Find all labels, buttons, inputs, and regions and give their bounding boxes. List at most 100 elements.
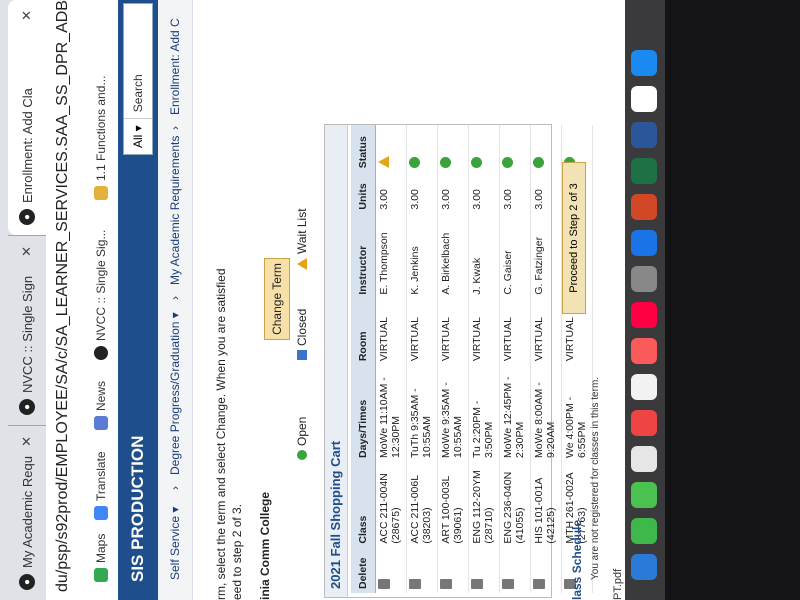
table-row: ACC 211-006L (38203) TuTh 9:35AM - 10:55A… <box>406 125 438 593</box>
room-cell: VIRTUAL <box>375 298 407 366</box>
trash-icon[interactable] <box>502 579 514 589</box>
open-status-icon <box>533 157 544 169</box>
app-store-icon[interactable] <box>631 230 657 256</box>
wait-list-icon <box>378 156 389 169</box>
breadcrumb-enrollment[interactable]: Enrollment: Add C <box>168 18 182 115</box>
tab-label: My Academic Requ <box>19 456 35 568</box>
news-icon <box>94 416 108 430</box>
word-icon[interactable] <box>631 122 657 148</box>
delete-cell[interactable] <box>499 547 531 593</box>
bookmark-maps[interactable]: Maps <box>94 534 108 582</box>
delete-cell[interactable] <box>437 547 469 593</box>
col-days-times: Days/Times <box>351 365 376 462</box>
bookmark-translate[interactable]: Translate <box>94 451 108 520</box>
days-times-cell: MoWe 8:00AM - 9:20AM <box>530 365 562 462</box>
close-tab-icon[interactable]: ✕ <box>19 246 35 257</box>
breadcrumb-self-service[interactable]: Self Service ▾ <box>168 507 182 580</box>
excel-icon[interactable] <box>631 158 657 184</box>
trash-icon[interactable] <box>533 579 545 589</box>
music-icon[interactable] <box>631 338 657 364</box>
tab-nvcc-single-sign[interactable]: ● NVCC :: Single Sign ✕ <box>8 235 46 425</box>
bookmark-label: Translate <box>94 451 108 501</box>
instructor-cell: K. Jenkins <box>406 213 438 299</box>
chrome-icon[interactable] <box>631 86 657 112</box>
delete-cell[interactable] <box>406 547 438 593</box>
days-times-cell: Tu 2:20PM - 3:50PM <box>468 365 500 462</box>
legend-label: Open <box>295 416 309 446</box>
cart-header: 2021 Fall Shopping Cart <box>325 125 348 597</box>
class-cell: ENG 112-20YM (28710) <box>468 461 500 548</box>
close-tab-icon[interactable]: ✕ <box>19 10 35 21</box>
proceed-step-2-button[interactable]: Proceed to Step 2 of 3 <box>562 162 586 314</box>
units-cell: 3.00 <box>437 172 469 214</box>
instructor-cell: E. Thompson <box>375 213 407 299</box>
chevron-right-icon: › <box>168 486 182 490</box>
search-scope-select[interactable]: All ▾ <box>124 118 152 154</box>
status-cell <box>499 125 531 173</box>
class-cell: HIS 101-001A (42125) <box>530 461 562 548</box>
open-status-icon <box>471 157 482 169</box>
status-cell <box>530 125 562 173</box>
open-status-icon <box>502 157 513 169</box>
close-tab-icon[interactable]: ✕ <box>19 436 35 447</box>
status-cell <box>375 125 407 173</box>
room-cell: VIRTUAL <box>437 298 469 366</box>
room-cell: VIRTUAL <box>530 298 562 366</box>
table-row: HIS 101-001A (42125) MoWe 8:00AM - 9:20AM… <box>530 125 562 593</box>
status-cell <box>406 125 438 173</box>
trash-icon[interactable] <box>409 579 421 589</box>
trash-icon[interactable] <box>471 579 483 589</box>
address-bar[interactable]: du/psp/s92prod/EMPLOYEE/SA/c/SA_LEARNER_… <box>46 0 87 600</box>
delete-cell[interactable] <box>530 547 562 593</box>
powerpoint-icon[interactable] <box>631 194 657 220</box>
days-times-cell: MoWe 11:10AM - 12:30PM <box>375 365 407 462</box>
bookmark-label: 1.1 Functions and... <box>94 75 108 181</box>
search-box[interactable]: All ▾ Search <box>123 3 153 155</box>
breadcrumb-degree-progress[interactable]: Degree Progress/Graduation ▾ <box>168 312 182 475</box>
units-cell: 3.00 <box>530 172 562 214</box>
finder-icon[interactable] <box>631 554 657 580</box>
reminders-icon[interactable] <box>631 374 657 400</box>
delete-cell[interactable] <box>375 547 407 593</box>
calendar-icon[interactable] <box>631 410 657 436</box>
crumb-label: Degree Progress/Graduation <box>168 321 182 475</box>
bookmark-news[interactable]: News <box>94 381 108 430</box>
open-status-icon <box>409 157 420 169</box>
closed-status-icon <box>297 350 307 360</box>
table-row: ART 100-003L (39061) MoWe 9:35AM - 10:55A… <box>437 125 469 593</box>
app-store-2-icon[interactable] <box>631 50 657 76</box>
messages-icon[interactable] <box>631 518 657 544</box>
facetime-icon[interactable] <box>631 482 657 508</box>
change-term-button[interactable]: Change Term <box>264 258 290 340</box>
legend-closed: Closed <box>295 309 309 360</box>
news-app-icon[interactable] <box>631 302 657 328</box>
delete-cell[interactable] <box>468 547 500 593</box>
bookmark-functions[interactable]: 1.1 Functions and... <box>94 76 108 200</box>
search-input[interactable]: Search <box>131 74 145 118</box>
open-status-icon <box>297 450 307 460</box>
photos-icon[interactable] <box>631 446 657 472</box>
class-cell: ACC 211-006L (38203) <box>406 461 438 548</box>
nvcc-favicon-icon: ● <box>19 399 35 415</box>
keynote-icon[interactable] <box>631 266 657 292</box>
bookmark-label: NVCC :: Single Sig... <box>94 229 108 341</box>
col-units: Units <box>351 172 376 214</box>
col-status: Status <box>351 125 376 173</box>
wait-list-icon <box>297 258 307 270</box>
tab-enrollment-add-classes[interactable]: ● Enrollment: Add Cla ✕ <box>8 0 46 235</box>
bookmarks-bar: Maps Translate News NVCC :: Single Sig..… <box>86 0 119 600</box>
bookmark-nvcc-single-sign[interactable]: NVCC :: Single Sig... <box>94 230 108 360</box>
shopping-cart-panel: 2021 Fall Shopping Cart Delete Class Day… <box>324 124 593 598</box>
tab-my-academic-requirements[interactable]: ● My Academic Requ ✕ <box>8 425 46 600</box>
url-text[interactable]: du/psp/s92prod/EMPLOYEE/SA/c/SA_LEARNER_… <box>54 0 72 592</box>
trash-icon[interactable] <box>440 579 452 589</box>
tab-label: Enrollment: Add Cla <box>19 88 35 203</box>
class-schedule-heading: lass Schedule <box>570 519 584 600</box>
instructor-cell: C. Gaiser <box>499 213 531 299</box>
trash-icon[interactable] <box>378 579 390 589</box>
breadcrumb-my-academic-requirements[interactable]: My Academic Requirements <box>168 136 182 285</box>
download-item[interactable]: PT.pdf <box>612 569 624 600</box>
shopping-cart-table: Delete Class Days/Times Room Instructor … <box>351 125 593 593</box>
table-row: ENG 236-040N (41055) MoWe 12:45PM - 2:30P… <box>499 125 531 593</box>
tab-label: NVCC :: Single Sign <box>19 275 35 393</box>
